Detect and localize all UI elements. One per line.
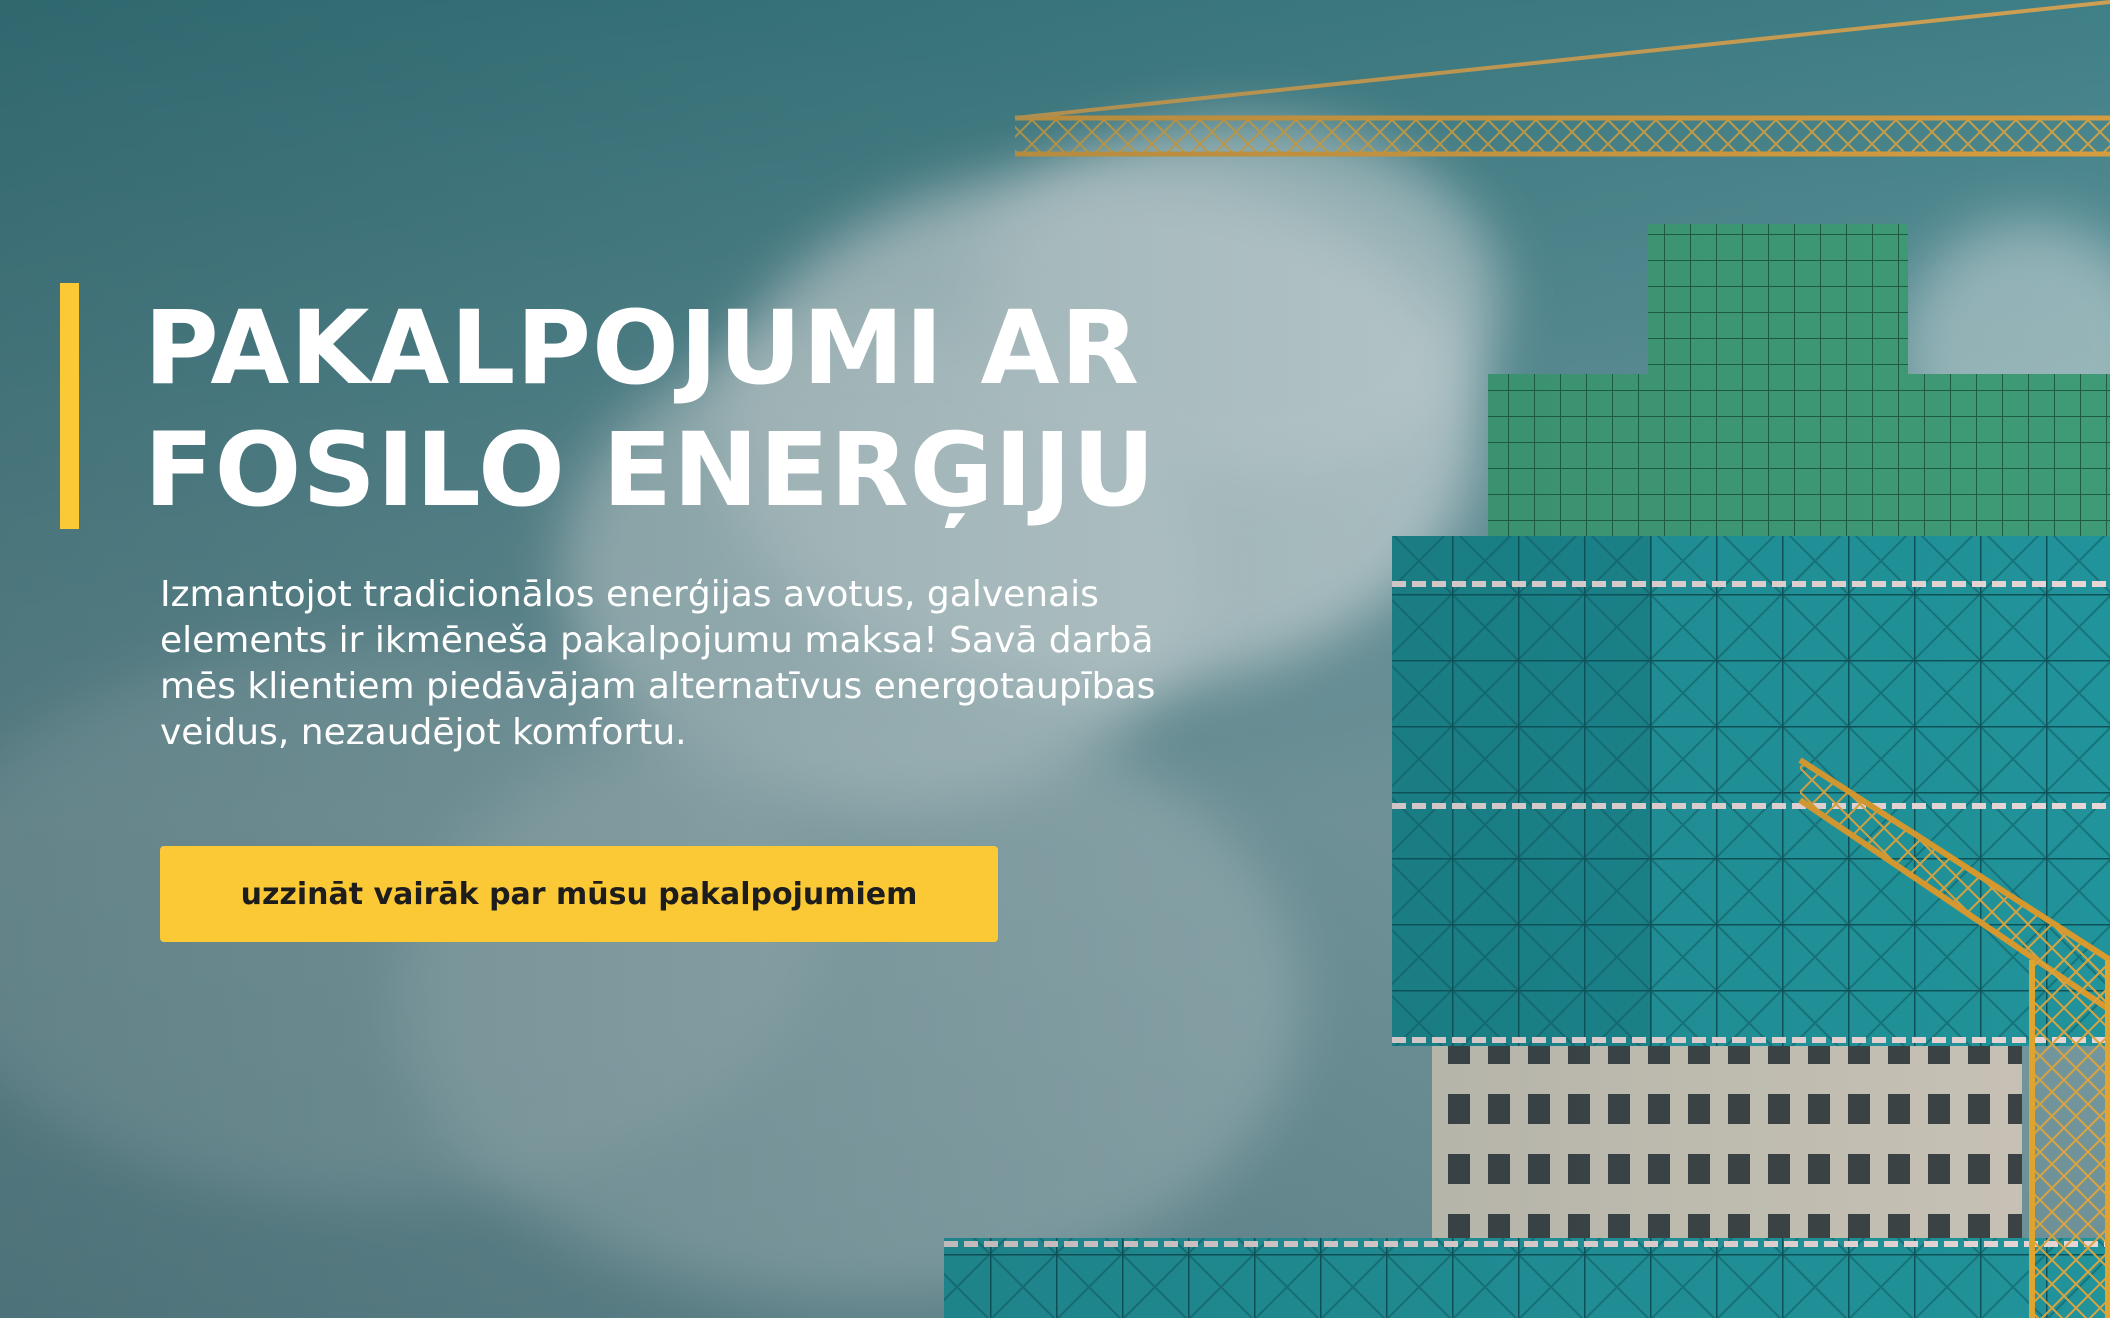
title-accent-bar: [60, 283, 79, 529]
hero-description: Izmantojot tradicionālos enerģijas avotu…: [160, 574, 1156, 753]
learn-more-services-button[interactable]: uzzināt vairāk par mūsu pakalpojumiem: [160, 846, 998, 942]
hero-title: PAKALPOJUMI AR FOSILO ENERĢIJU: [144, 289, 1157, 530]
hero-section: PAKALPOJUMI AR FOSILO ENERĢIJU Izmantojo…: [0, 0, 2110, 1318]
